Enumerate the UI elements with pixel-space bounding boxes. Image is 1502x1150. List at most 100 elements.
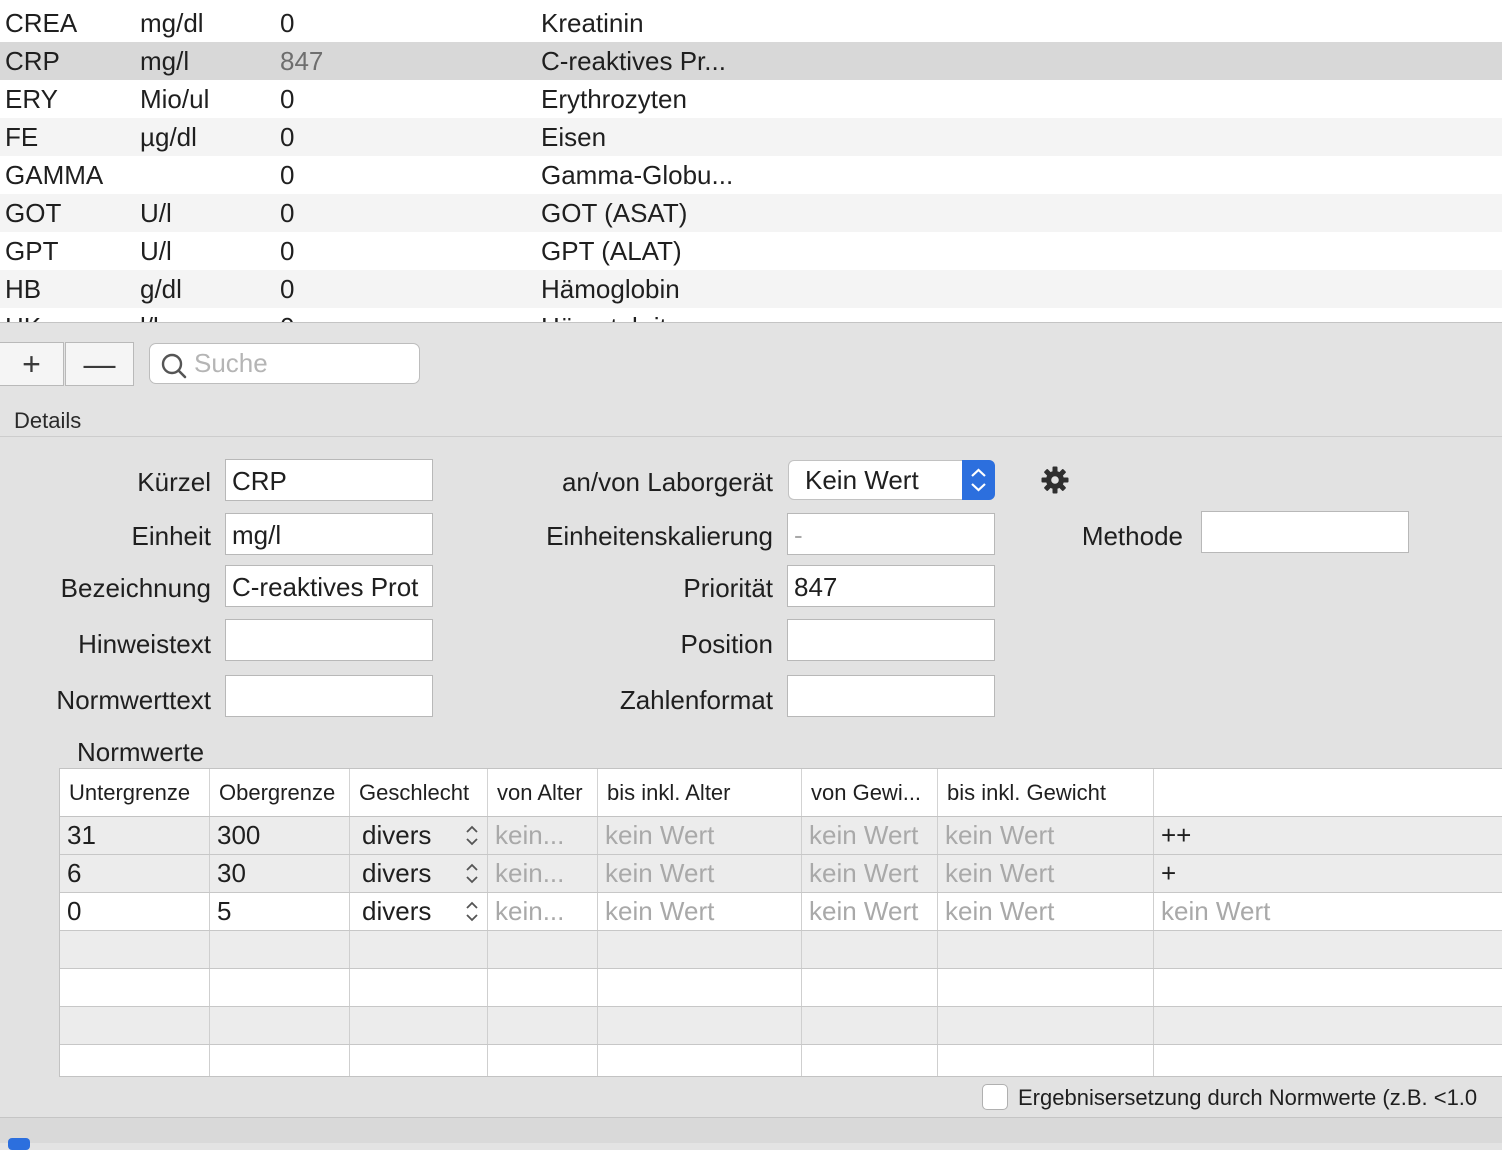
- column-header[interactable]: Geschlecht: [350, 769, 488, 816]
- cell-extra[interactable]: kein Wert: [1154, 893, 1502, 930]
- column-header[interactable]: bis inkl. Alter: [598, 769, 802, 816]
- cell-untergrenze[interactable]: 31: [60, 817, 210, 854]
- list-cell-unit: l/l: [140, 308, 159, 322]
- column-header[interactable]: bis inkl. Gewicht: [938, 769, 1154, 816]
- list-cell-unit: Mio/ul: [140, 84, 210, 114]
- empty-cell: [488, 931, 598, 968]
- cell-geschlecht-popup[interactable]: divers: [350, 817, 488, 854]
- cell-bis-gewicht[interactable]: kein Wert: [938, 855, 1154, 892]
- cell-bis-alter[interactable]: kein Wert: [598, 817, 802, 854]
- list-cell-code: GOT: [5, 198, 62, 228]
- normwerttext-label: Normwerttext: [56, 685, 211, 715]
- table-row-empty[interactable]: [60, 931, 1502, 969]
- column-header[interactable]: von Gewi...: [802, 769, 938, 816]
- cell-obergrenze[interactable]: 5: [210, 893, 350, 930]
- empty-cell: [488, 1007, 598, 1044]
- kuerzel-field[interactable]: CRP: [225, 459, 433, 501]
- table-row[interactable]: 31 300 divers kein... kein Wert kein Wer…: [60, 817, 1502, 855]
- empty-cell: [488, 969, 598, 1006]
- list-row[interactable]: ERY Mio/ul 0 Erythrozyten: [0, 80, 1502, 118]
- cell-bis-alter[interactable]: kein Wert: [598, 893, 802, 930]
- zahlenformat-field[interactable]: [787, 675, 995, 717]
- cell-untergrenze[interactable]: 0: [60, 893, 210, 930]
- prioritaet-label: Priorität: [683, 573, 773, 603]
- list-row-selected[interactable]: CRP mg/l 847 C-reaktives Pr...: [0, 42, 1502, 80]
- table-row-empty[interactable]: [60, 1007, 1502, 1045]
- cell-geschlecht-popup[interactable]: divers: [350, 893, 488, 930]
- ergebnisersetzung-option[interactable]: Ergebnisersetzung durch Normwerte (z.B. …: [982, 1083, 1502, 1115]
- laborgeraet-value: Kein Wert: [805, 465, 919, 495]
- cell-bis-alter[interactable]: kein Wert: [598, 855, 802, 892]
- search-field[interactable]: [149, 343, 420, 384]
- position-field[interactable]: [787, 619, 995, 661]
- empty-cell: [802, 969, 938, 1006]
- table-row[interactable]: 6 30 divers kein... kein Wert kein Wert …: [60, 855, 1502, 893]
- list-row-partial[interactable]: HK l/l 0 Hämatokrit: [0, 308, 1502, 322]
- checkbox-checked-partial[interactable]: [8, 1138, 30, 1150]
- gear-icon[interactable]: [1040, 465, 1070, 500]
- popup-stepper[interactable]: [962, 460, 995, 500]
- remove-button[interactable]: —: [65, 342, 134, 386]
- cell-obergrenze[interactable]: 300: [210, 817, 350, 854]
- cell-von-gewicht[interactable]: kein Wert: [802, 893, 938, 930]
- cell-bis-gewicht[interactable]: kein Wert: [938, 817, 1154, 854]
- bottom-bar: [0, 1117, 1502, 1150]
- cell-von-alter[interactable]: kein...: [488, 893, 598, 930]
- empty-cell: [60, 931, 210, 968]
- empty-cell: [598, 1007, 802, 1044]
- cell-von-gewicht[interactable]: kein Wert: [802, 855, 938, 892]
- empty-cell: [350, 1045, 488, 1076]
- cell-extra[interactable]: +: [1154, 855, 1502, 892]
- list-cell-code: HK: [5, 308, 41, 322]
- add-button[interactable]: +: [0, 342, 64, 386]
- list-cell-priority: 0: [280, 8, 295, 38]
- cell-obergrenze[interactable]: 30: [210, 855, 350, 892]
- list-row[interactable]: GOT U/l 0 GOT (ASAT): [0, 194, 1502, 232]
- normwerte-table[interactable]: Untergrenze Obergrenze Geschlecht von Al…: [59, 768, 1502, 1077]
- normwerttext-field[interactable]: [225, 675, 433, 717]
- column-header[interactable]: [1154, 769, 1502, 816]
- cell-von-alter[interactable]: kein...: [488, 817, 598, 854]
- list-cell-code: CRP: [5, 46, 60, 76]
- list-row[interactable]: FE µg/dl 0 Eisen: [0, 118, 1502, 156]
- methode-field[interactable]: [1201, 511, 1409, 553]
- list-cell-name: GPT (ALAT): [541, 236, 682, 266]
- column-header[interactable]: Obergrenze: [210, 769, 350, 816]
- ergebnisersetzung-label: Ergebnisersetzung durch Normwerte (z.B. …: [1018, 1085, 1478, 1110]
- empty-cell: [350, 931, 488, 968]
- table-row-empty[interactable]: [60, 969, 1502, 1007]
- empty-cell: [938, 1045, 1154, 1076]
- geschlecht-value: divers: [362, 896, 432, 926]
- empty-cell: [210, 1045, 350, 1076]
- einheitenskalierung-field[interactable]: -: [787, 513, 995, 555]
- empty-cell: [1154, 1007, 1502, 1044]
- cell-untergrenze[interactable]: 6: [60, 855, 210, 892]
- list-row[interactable]: CREA mg/dl 0 Kreatinin: [0, 4, 1502, 42]
- bezeichnung-field[interactable]: C-reaktives Prot: [225, 565, 433, 607]
- search-input[interactable]: [194, 346, 409, 380]
- ergebnisersetzung-checkbox[interactable]: [982, 1084, 1008, 1110]
- laborgeraet-popup[interactable]: Kein Wert: [788, 460, 995, 500]
- cell-geschlecht-popup[interactable]: divers: [350, 855, 488, 892]
- cell-von-gewicht[interactable]: kein Wert: [802, 817, 938, 854]
- list-row[interactable]: GPT U/l 0 GPT (ALAT): [0, 232, 1502, 270]
- column-header[interactable]: von Alter: [488, 769, 598, 816]
- table-row-empty[interactable]: [60, 1045, 1502, 1076]
- cell-von-alter[interactable]: kein...: [488, 855, 598, 892]
- search-icon: [161, 353, 187, 379]
- list-row[interactable]: GAMMA 0 Gamma-Globu...: [0, 156, 1502, 194]
- list-cell-name: Erythrozyten: [541, 84, 687, 114]
- hinweistext-field[interactable]: [225, 619, 433, 661]
- cell-bis-gewicht[interactable]: kein Wert: [938, 893, 1154, 930]
- lab-parameter-list[interactable]: CREA mg/dl 0 Kreatinin CRP mg/l 847 C-re…: [0, 0, 1502, 322]
- list-cell-unit: U/l: [140, 236, 172, 266]
- geschlecht-value: divers: [362, 820, 432, 850]
- cell-extra[interactable]: ++: [1154, 817, 1502, 854]
- list-row[interactable]: HB g/dl 0 Hämoglobin: [0, 270, 1502, 308]
- prioritaet-field[interactable]: 847: [787, 565, 995, 607]
- table-row[interactable]: 0 5 divers kein... kein Wert kein Wert k…: [60, 893, 1502, 931]
- column-header[interactable]: Untergrenze: [60, 769, 210, 816]
- empty-cell: [350, 969, 488, 1006]
- einheit-field[interactable]: mg/l: [225, 513, 433, 555]
- empty-cell: [1154, 969, 1502, 1006]
